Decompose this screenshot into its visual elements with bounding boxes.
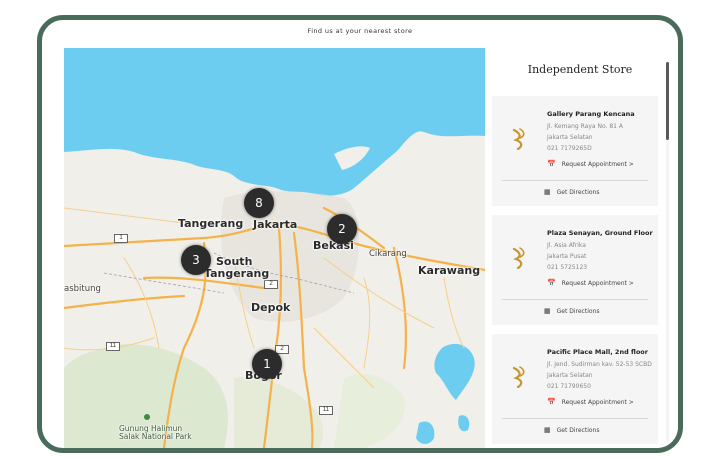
device-frame: Find us at your nearest store 1 2 2 11 1… (37, 15, 683, 453)
store-list-panel[interactable]: Independent Store Gallery Parang Kencana… (485, 48, 678, 448)
city-label: Tangerang (178, 217, 244, 230)
road-shield: 11 (319, 406, 333, 415)
store-name: Plaza Senayan, Ground Floor (547, 229, 653, 237)
get-directions-label: Get Directions (556, 308, 600, 315)
store-cluster-marker[interactable]: 3 (181, 245, 211, 275)
sidebar-title: Independent Store (527, 63, 633, 76)
card-divider (502, 180, 648, 181)
park-label: Gunung Halimun Salak National Park (119, 425, 192, 441)
request-appointment-link[interactable]: 📅 Request Appointment > (547, 279, 634, 287)
store-name: Pacific Place Mall, 2nd floor (547, 348, 648, 356)
scrollbar-thumb[interactable] (666, 62, 669, 140)
calendar-icon: 📅 (547, 398, 556, 406)
store-card[interactable]: Pacific Place Mall, 2nd floor Jl. Jend. … (492, 334, 658, 444)
city-label: Karawang (418, 264, 481, 277)
store-address-line2: Jakarta Selatan (547, 372, 593, 379)
city-label: Jakarta (253, 218, 298, 231)
store-cluster-marker[interactable]: 1 (252, 349, 282, 379)
store-cluster-marker[interactable]: 2 (327, 214, 357, 244)
store-phone: 021 7179265D (547, 145, 592, 152)
calendar-icon: 📅 (547, 160, 556, 168)
map-base (64, 48, 485, 448)
city-label: Tangerang (204, 267, 270, 280)
get-directions-label: Get Directions (556, 427, 600, 434)
store-address-line1: Jl. Jend. Sudirman kav. 52-53 SCBD (547, 361, 652, 368)
map-icon: ▦ (544, 307, 551, 315)
card-divider (502, 418, 648, 419)
store-name: Gallery Parang Kencana (547, 110, 635, 118)
brand-logo-icon (512, 366, 525, 388)
store-card[interactable]: Plaza Senayan, Ground Floor Jl. Asia Afr… (492, 215, 658, 325)
store-phone: 021 71790650 (547, 383, 591, 390)
store-phone: 021 5725123 (547, 264, 588, 271)
calendar-icon: 📅 (547, 279, 556, 287)
brand-logo-icon (512, 247, 525, 269)
store-address-line1: Jl. Kemang Raya No. 81 A (547, 123, 623, 130)
city-label: Depok (251, 301, 291, 314)
request-appointment-label: Request Appointment > (561, 161, 634, 168)
road-shield: 1 (114, 234, 128, 243)
road-shield: 2 (264, 280, 278, 289)
request-appointment-link[interactable]: 📅 Request Appointment > (547, 160, 634, 168)
store-address-line1: Jl. Asia Afrika (547, 242, 586, 249)
park-label-line2: Salak National Park (119, 432, 192, 441)
store-address-line2: Jakarta Selatan (547, 134, 593, 141)
request-appointment-label: Request Appointment > (561, 399, 634, 406)
road-shield: 11 (106, 342, 120, 351)
card-divider (502, 299, 648, 300)
brand-logo-icon (512, 128, 525, 150)
get-directions-link[interactable]: ▦ Get Directions (544, 307, 599, 315)
map-icon: ▦ (544, 188, 551, 196)
store-map[interactable]: 1 2 2 11 11 Jakarta Tangerang Bekasi Sou… (64, 48, 485, 448)
page-title: Find us at your nearest store (307, 27, 413, 35)
get-directions-link[interactable]: ▦ Get Directions (544, 188, 599, 196)
store-cluster-marker[interactable]: 8 (244, 188, 274, 218)
request-appointment-link[interactable]: 📅 Request Appointment > (547, 398, 634, 406)
city-label: Cikarang (369, 249, 407, 259)
request-appointment-label: Request Appointment > (561, 280, 634, 287)
get-directions-link[interactable]: ▦ Get Directions (544, 426, 599, 434)
map-icon: ▦ (544, 426, 551, 434)
store-card[interactable]: Gallery Parang Kencana Jl. Kemang Raya N… (492, 96, 658, 206)
get-directions-label: Get Directions (556, 189, 600, 196)
city-label: asbitung (64, 284, 101, 294)
park-icon (144, 414, 150, 420)
store-address-line2: Jakarta Pusat (547, 253, 587, 260)
